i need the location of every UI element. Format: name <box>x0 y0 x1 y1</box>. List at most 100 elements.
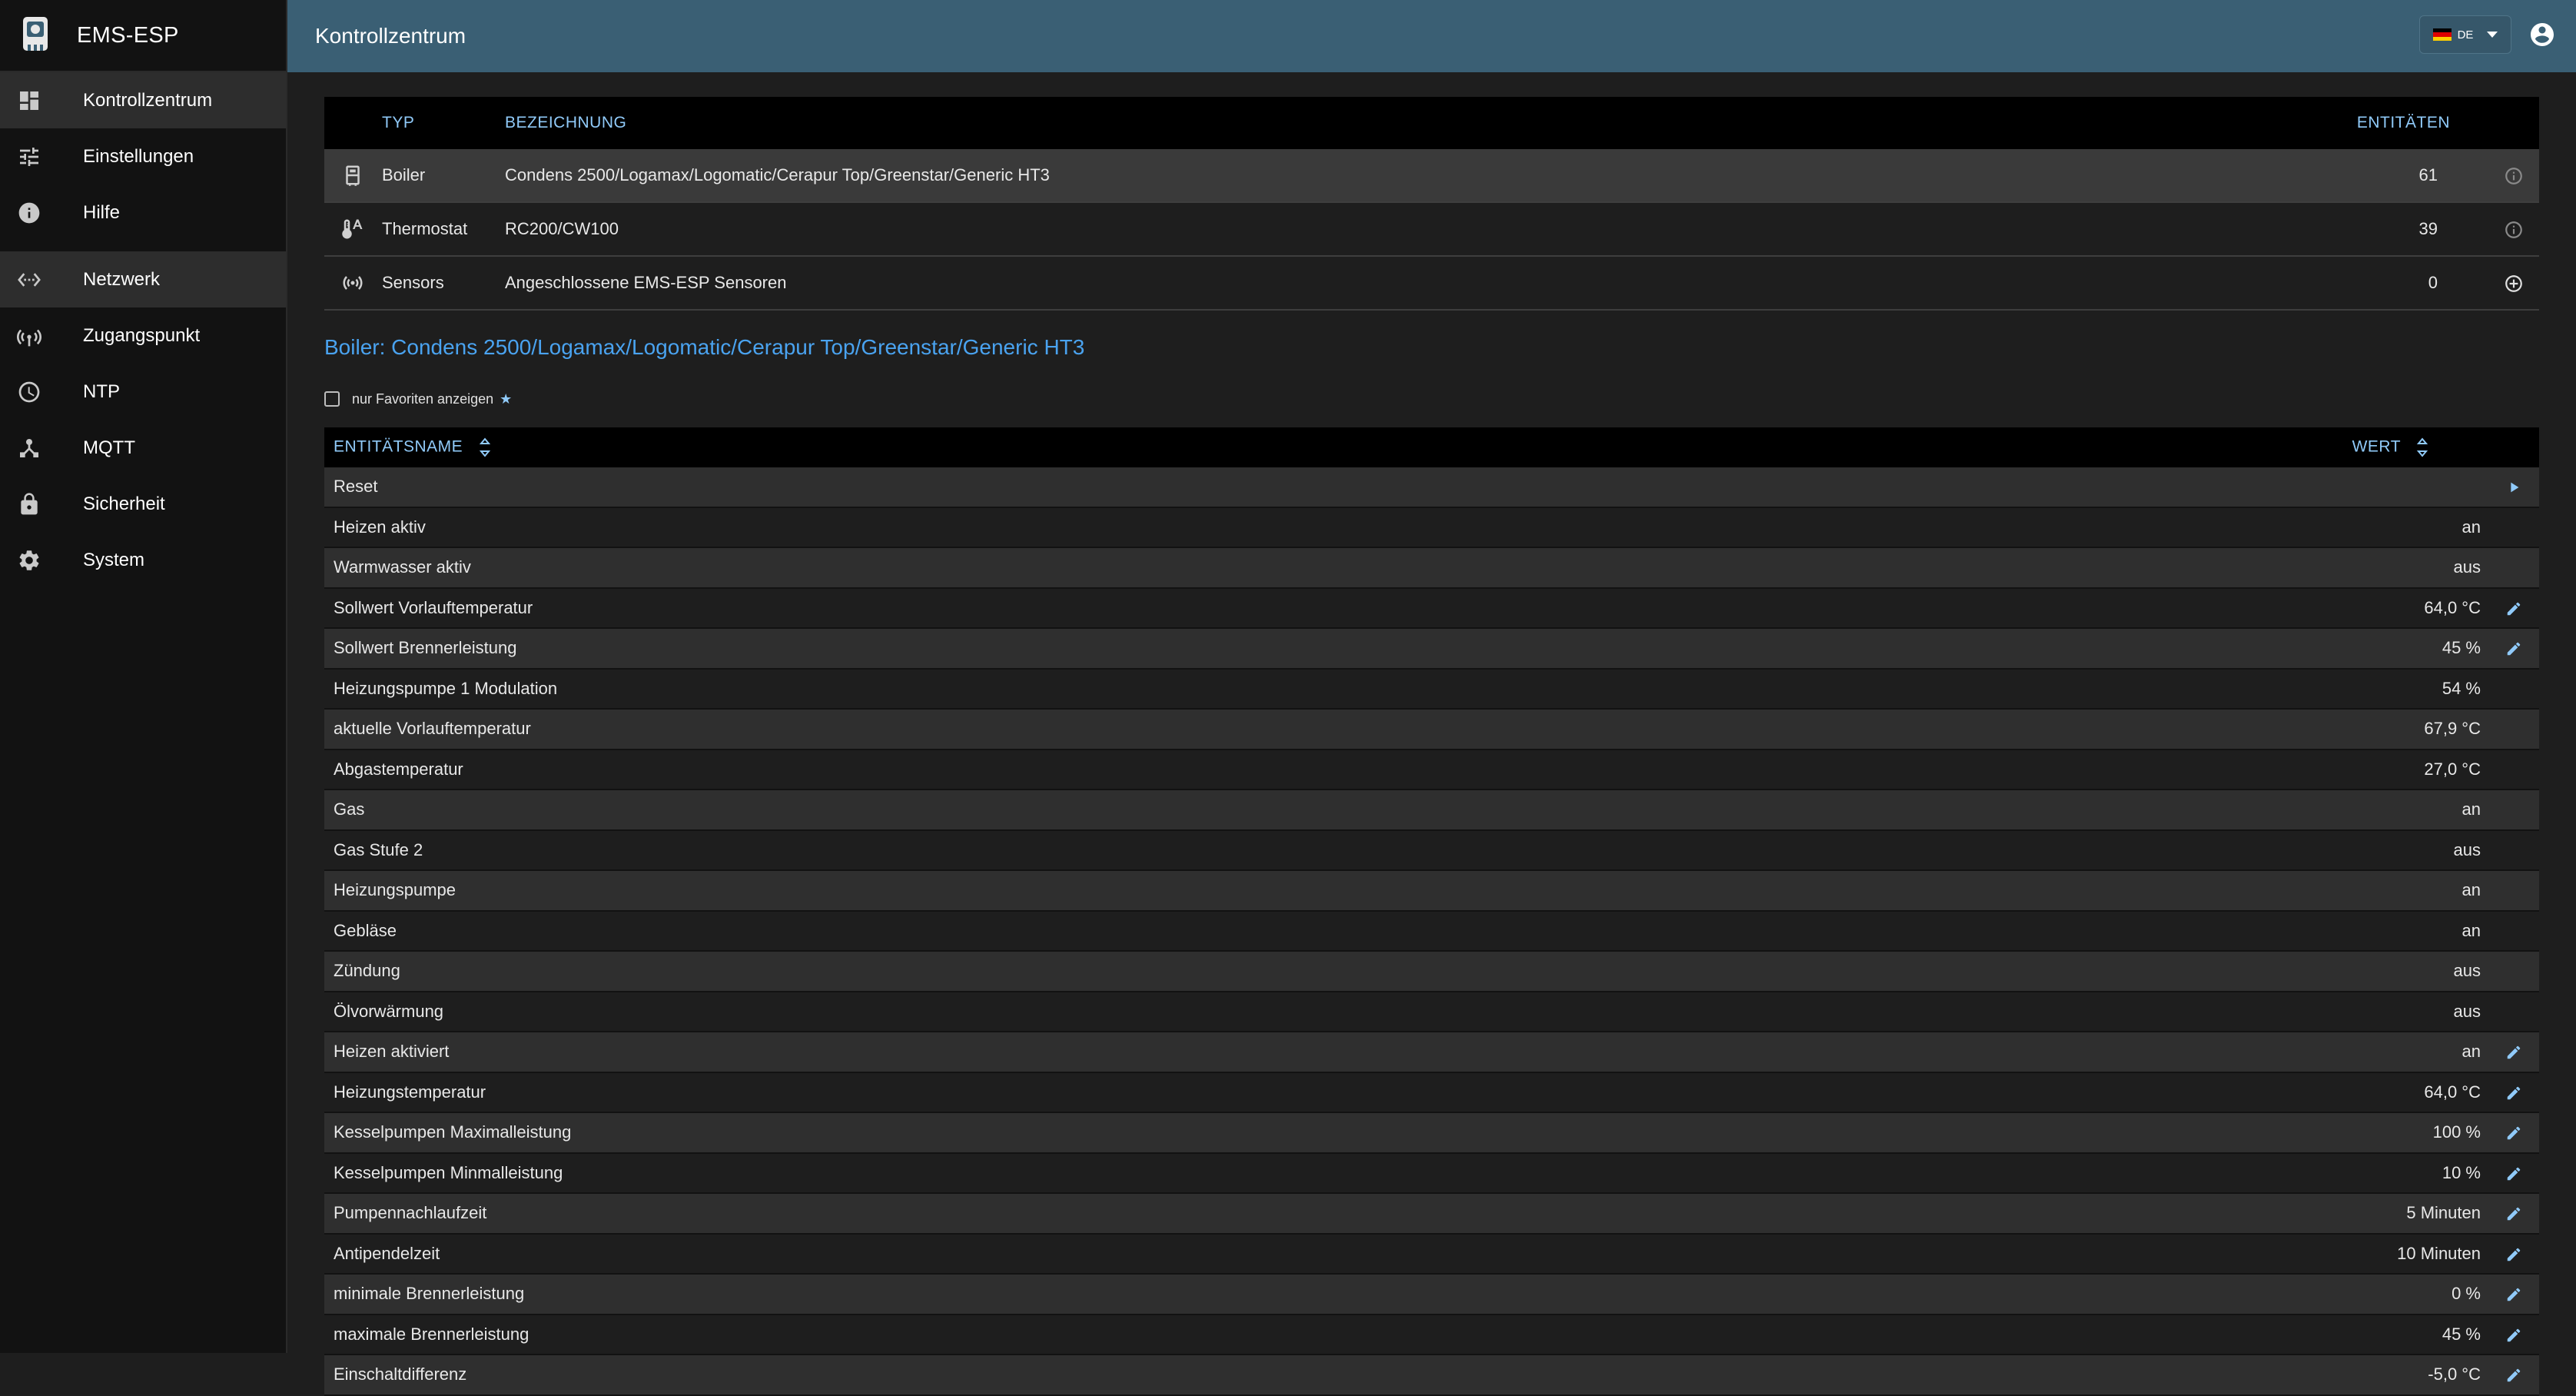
entity-value: 67,9 °C <box>1717 709 2488 750</box>
edit-pencil-icon <box>2507 1127 2521 1140</box>
entity-name: Pumpennachlaufzeit <box>324 1193 1718 1235</box>
device-name: Angeschlossene EMS-ESP Sensoren <box>504 256 2283 311</box>
entity-name: Einschaltdifferenz <box>324 1354 1718 1396</box>
edit-button[interactable] <box>2488 1233 2539 1275</box>
entity-value: -5,0 °C <box>1717 1354 2488 1396</box>
sidebar-item-ntp[interactable]: NTP <box>0 364 286 420</box>
edit-button[interactable] <box>2488 1032 2539 1073</box>
sidebar-item-einstellungen[interactable]: Einstellungen <box>0 128 286 184</box>
entities-header-name-label: ENTITÄTSNAME <box>334 437 463 456</box>
entities-header-name[interactable]: ENTITÄTSNAME <box>324 427 1718 467</box>
nav-divider <box>0 241 286 251</box>
edit-button[interactable] <box>2488 1274 2539 1315</box>
language-label: DE <box>2457 28 2474 42</box>
entity-action-empty <box>2488 829 2539 871</box>
edit-button[interactable] <box>2488 1193 2539 1235</box>
device-info-button[interactable] <box>2488 149 2539 203</box>
access-point-icon <box>15 322 43 350</box>
entity-value: 64,0 °C <box>1717 1072 2488 1113</box>
table-row[interactable]: Kesselpumpen Maximalleistung 100 % <box>324 1112 2539 1154</box>
edit-button[interactable] <box>2488 1354 2539 1396</box>
table-row: Zündung aus <box>324 951 2539 992</box>
device-row-boiler[interactable]: Boiler Condens 2500/Logamax/Logomatic/Ce… <box>324 149 2539 203</box>
entity-value: an <box>1717 789 2488 831</box>
edit-pencil-icon <box>2507 1369 2521 1382</box>
entity-name: Zündung <box>324 951 1718 992</box>
entity-name: Gas <box>324 789 1718 831</box>
entity-name: Ölvorwärmung <box>324 991 1718 1032</box>
edit-button[interactable] <box>2488 1314 2539 1355</box>
entity-action-empty <box>2488 910 2539 952</box>
entity-name: aktuelle Vorlauftemperatur <box>324 709 1718 750</box>
device-icon-cell <box>324 256 381 311</box>
entity-action-empty <box>2488 547 2539 589</box>
entity-value: 27,0 °C <box>1717 749 2488 790</box>
sensors-icon <box>343 276 363 290</box>
table-row[interactable]: Pumpennachlaufzeit 5 Minuten <box>324 1193 2539 1235</box>
info-outline-icon <box>2505 167 2522 184</box>
devices-header-entities: ENTITÄTEN <box>2283 97 2488 149</box>
sidebar-item-sicherheit[interactable]: Sicherheit <box>0 476 286 532</box>
entity-name: maximale Brennerleistung <box>324 1314 1718 1355</box>
sidebar-item-hilfe[interactable]: Hilfe <box>0 184 286 241</box>
devices-header-icon <box>324 97 381 149</box>
sidebar-item-zugangspunkt[interactable]: Zugangspunkt <box>0 307 286 364</box>
run-command-button[interactable] <box>2488 467 2539 508</box>
sidebar-nav: Kontrollzentrum Einstellungen Hilfe Netz… <box>0 72 286 588</box>
device-type: Boiler <box>381 149 504 203</box>
add-sensor-button[interactable] <box>2488 256 2539 311</box>
sidebar-item-netzwerk[interactable]: Netzwerk <box>0 251 286 307</box>
device-row-sensors[interactable]: Sensors Angeschlossene EMS-ESP Sensoren … <box>324 256 2539 311</box>
devices-header-type: TYP <box>381 97 504 149</box>
table-row[interactable]: Antipendelzeit 10 Minuten <box>324 1233 2539 1275</box>
entity-value: 10 % <box>1717 1152 2488 1194</box>
edit-button[interactable] <box>2488 628 2539 670</box>
table-row: Abgastemperatur 27,0 °C <box>324 749 2539 790</box>
edit-button[interactable] <box>2488 1072 2539 1113</box>
entity-name: Heizungspumpe <box>324 870 1718 912</box>
entity-value: 0 % <box>1717 1274 2488 1315</box>
table-row: Heizungspumpe an <box>324 870 2539 912</box>
devices-table: TYP BEZEICHNUNG ENTITÄTEN Boiler Condens… <box>324 97 2539 311</box>
sidebar-item-label: Hilfe <box>83 201 121 223</box>
sidebar-item-system[interactable]: System <box>0 532 286 588</box>
device-row-thermostat[interactable]: Thermostat RC200/CW100 39 <box>324 202 2539 257</box>
entity-value <box>1717 467 2488 508</box>
table-row[interactable]: Sollwert Brennerleistung 45 % <box>324 628 2539 670</box>
table-row[interactable]: Reset <box>324 467 2539 508</box>
entity-value: 100 % <box>1717 1112 2488 1154</box>
table-row: Gebläse an <box>324 910 2539 952</box>
app-bar: Kontrollzentrum DE <box>287 0 2576 72</box>
sidebar-item-label: Netzwerk <box>83 268 161 290</box>
edit-button[interactable] <box>2488 587 2539 629</box>
entity-name: Kesselpumpen Maximalleistung <box>324 1112 1718 1154</box>
favorites-checkbox[interactable] <box>324 391 340 407</box>
table-row[interactable]: maximale Brennerleistung 45 % <box>324 1314 2539 1355</box>
entities-header-value[interactable]: WERT <box>1717 427 2488 467</box>
sidebar-item-label: Einstellungen <box>83 145 194 167</box>
favorites-filter[interactable]: nur Favoriten anzeigen ★ <box>324 387 2539 410</box>
chevron-down-icon <box>2487 32 2498 38</box>
sidebar-item-kontrollzentrum[interactable]: Kontrollzentrum <box>0 72 286 128</box>
table-row[interactable]: Heizen aktiviert an <box>324 1032 2539 1073</box>
entity-name: Heizen aktiviert <box>324 1032 1718 1073</box>
table-row[interactable]: Einschaltdifferenz -5,0 °C <box>324 1354 2539 1396</box>
table-row[interactable]: Heizungstemperatur 64,0 °C <box>324 1072 2539 1113</box>
entity-value: aus <box>1717 951 2488 992</box>
table-row[interactable]: Kesselpumpen Minmalleistung 10 % <box>324 1152 2539 1194</box>
account-circle-icon[interactable] <box>2528 21 2556 48</box>
entity-action-empty <box>2488 749 2539 790</box>
edit-button[interactable] <box>2488 1152 2539 1194</box>
info-icon <box>15 199 43 227</box>
sidebar-item-mqtt[interactable]: MQTT <box>0 420 286 476</box>
entity-action-empty <box>2488 991 2539 1032</box>
entity-name: Antipendelzeit <box>324 1233 1718 1275</box>
language-select[interactable]: DE <box>2419 15 2511 54</box>
entity-value: an <box>1717 507 2488 548</box>
edit-button[interactable] <box>2488 1112 2539 1154</box>
table-row[interactable]: minimale Brennerleistung 0 % <box>324 1274 2539 1315</box>
entity-name: minimale Brennerleistung <box>324 1274 1718 1315</box>
entity-value: aus <box>1717 547 2488 589</box>
device-info-button[interactable] <box>2488 202 2539 257</box>
table-row[interactable]: Sollwert Vorlauftemperatur 64,0 °C <box>324 587 2539 629</box>
